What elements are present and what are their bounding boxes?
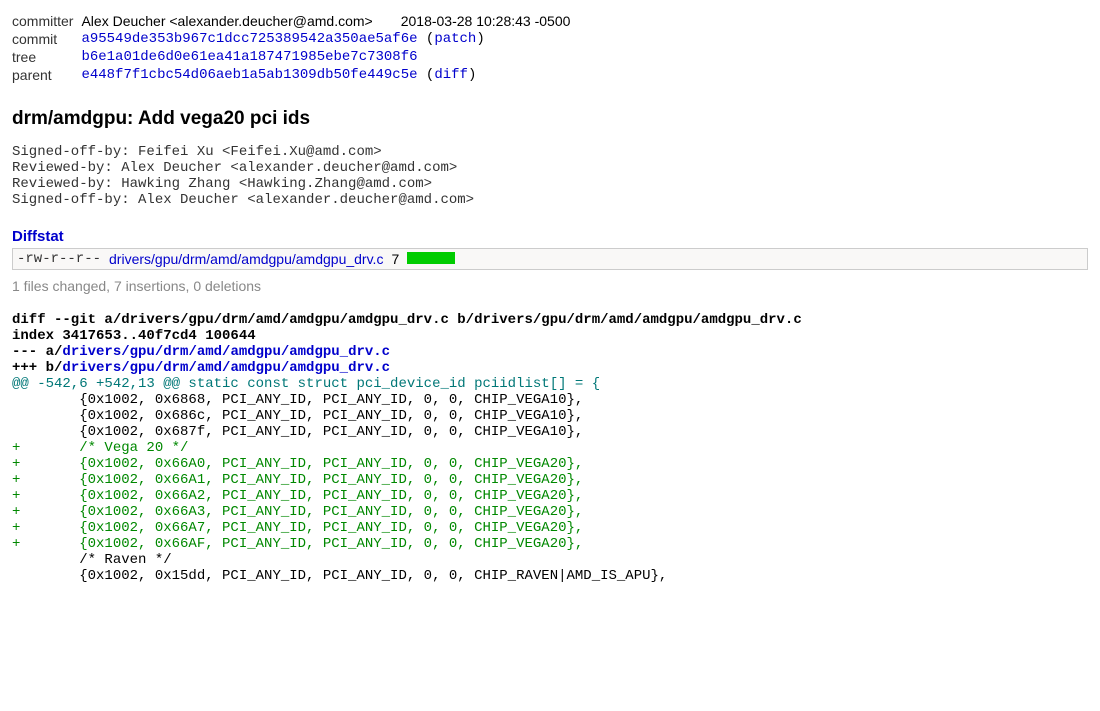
diff-file-a-link[interactable]: drivers/gpu/drm/amd/amdgpu/amdgpu_drv.c <box>62 344 390 360</box>
diff-add-line: + {0x1002, 0x66AF, PCI_ANY_ID, PCI_ANY_I… <box>12 536 583 552</box>
file-permissions: -rw-r--r-- <box>13 249 106 270</box>
add-bar <box>407 252 455 264</box>
diffstat-table: -rw-r--r-- drivers/gpu/drm/amd/amdgpu/am… <box>12 248 1088 270</box>
diff-minus-file: --- a/drivers/gpu/drm/amd/amdgpu/amdgpu_… <box>12 344 390 360</box>
diff-add-line: + {0x1002, 0x66A0, PCI_ANY_ID, PCI_ANY_I… <box>12 456 583 472</box>
commit-meta-table: committer Alex Deucher <alexander.deuche… <box>12 12 578 84</box>
meta-row-parent: parent e448f7f1cbc54d06aeb1a5ab1309db50f… <box>12 66 578 84</box>
commit-subject: drm/amdgpu: Add vega20 pci ids <box>12 108 1088 130</box>
meta-row-tree: tree b6e1a01de6d0e61ea41a187471985ebe7c7… <box>12 48 578 66</box>
meta-label-tree: tree <box>12 48 81 66</box>
commit-body-line: Signed-off-by: Feifei Xu <Feifei.Xu@amd.… <box>12 144 382 160</box>
diffstat-heading: Diffstat <box>12 228 1088 245</box>
meta-row-committer: committer Alex Deucher <alexander.deuche… <box>12 12 578 30</box>
diffstat-count: 7 <box>387 249 403 270</box>
meta-label-commit: commit <box>12 30 81 48</box>
diff-add-line: + /* Vega 20 */ <box>12 440 188 456</box>
diffstat-file-link[interactable]: drivers/gpu/drm/amd/amdgpu/amdgpu_drv.c <box>109 251 383 267</box>
diff-add-line: + {0x1002, 0x66A7, PCI_ANY_ID, PCI_ANY_I… <box>12 520 583 536</box>
meta-label-committer: committer <box>12 12 81 30</box>
commit-body-line: Reviewed-by: Hawking Zhang <Hawking.Zhan… <box>12 176 432 192</box>
diff-add-line: + {0x1002, 0x66A2, PCI_ANY_ID, PCI_ANY_I… <box>12 488 583 504</box>
diff-add-line: + {0x1002, 0x66A3, PCI_ANY_ID, PCI_ANY_I… <box>12 504 583 520</box>
diffstat-bar <box>403 249 1087 270</box>
diffstat-row: -rw-r--r-- drivers/gpu/drm/amd/amdgpu/am… <box>13 249 1088 270</box>
meta-label-parent: parent <box>12 66 81 84</box>
diff-hunk: @@ -542,6 +542,13 @@ static const struct… <box>12 376 600 392</box>
parent-hash-link[interactable]: e448f7f1cbc54d06aeb1a5ab1309db50fe449c5e <box>81 67 417 83</box>
diff-plus-file: +++ b/drivers/gpu/drm/amd/amdgpu/amdgpu_… <box>12 360 390 376</box>
diff-context-line: /* Raven */ <box>12 552 172 568</box>
diff-add-line: + {0x1002, 0x66A1, PCI_ANY_ID, PCI_ANY_I… <box>12 472 583 488</box>
paren-open: ( <box>418 31 435 47</box>
diffstat-summary: 1 files changed, 7 insertions, 0 deletio… <box>12 278 1088 294</box>
meta-committer-name: Alex Deucher <alexander.deucher@amd.com> <box>81 12 380 30</box>
patch-link[interactable]: patch <box>434 31 476 47</box>
diff-context-line: {0x1002, 0x686c, PCI_ANY_ID, PCI_ANY_ID,… <box>12 408 583 424</box>
diff-link[interactable]: diff <box>434 67 468 83</box>
commit-body: Signed-off-by: Feifei Xu <Feifei.Xu@amd.… <box>12 144 1088 208</box>
diff-index: index 3417653..40f7cd4 100644 <box>12 328 256 344</box>
diff-file-b-link[interactable]: drivers/gpu/drm/amd/amdgpu/amdgpu_drv.c <box>62 360 390 376</box>
commit-hash-link[interactable]: a95549de353b967c1dcc725389542a350ae5af6e <box>81 31 417 47</box>
diff-context-line: {0x1002, 0x15dd, PCI_ANY_ID, PCI_ANY_ID,… <box>12 568 667 584</box>
paren-close: ) <box>476 31 484 47</box>
commit-body-line: Signed-off-by: Alex Deucher <alexander.d… <box>12 192 474 208</box>
meta-row-commit: commit a95549de353b967c1dcc725389542a350… <box>12 30 578 48</box>
diff-header: diff --git a/drivers/gpu/drm/amd/amdgpu/… <box>12 312 802 328</box>
paren-open-2: ( <box>418 67 435 83</box>
paren-close-2: ) <box>468 67 476 83</box>
diff-context-line: {0x1002, 0x6868, PCI_ANY_ID, PCI_ANY_ID,… <box>12 392 583 408</box>
diff-context-line: {0x1002, 0x687f, PCI_ANY_ID, PCI_ANY_ID,… <box>12 424 583 440</box>
tree-hash-link[interactable]: b6e1a01de6d0e61ea41a187471985ebe7c7308f6 <box>81 49 417 65</box>
diff-block: diff --git a/drivers/gpu/drm/amd/amdgpu/… <box>12 312 1088 584</box>
meta-committer-date: 2018-03-28 10:28:43 -0500 <box>381 12 579 30</box>
commit-body-line: Reviewed-by: Alex Deucher <alexander.deu… <box>12 160 457 176</box>
